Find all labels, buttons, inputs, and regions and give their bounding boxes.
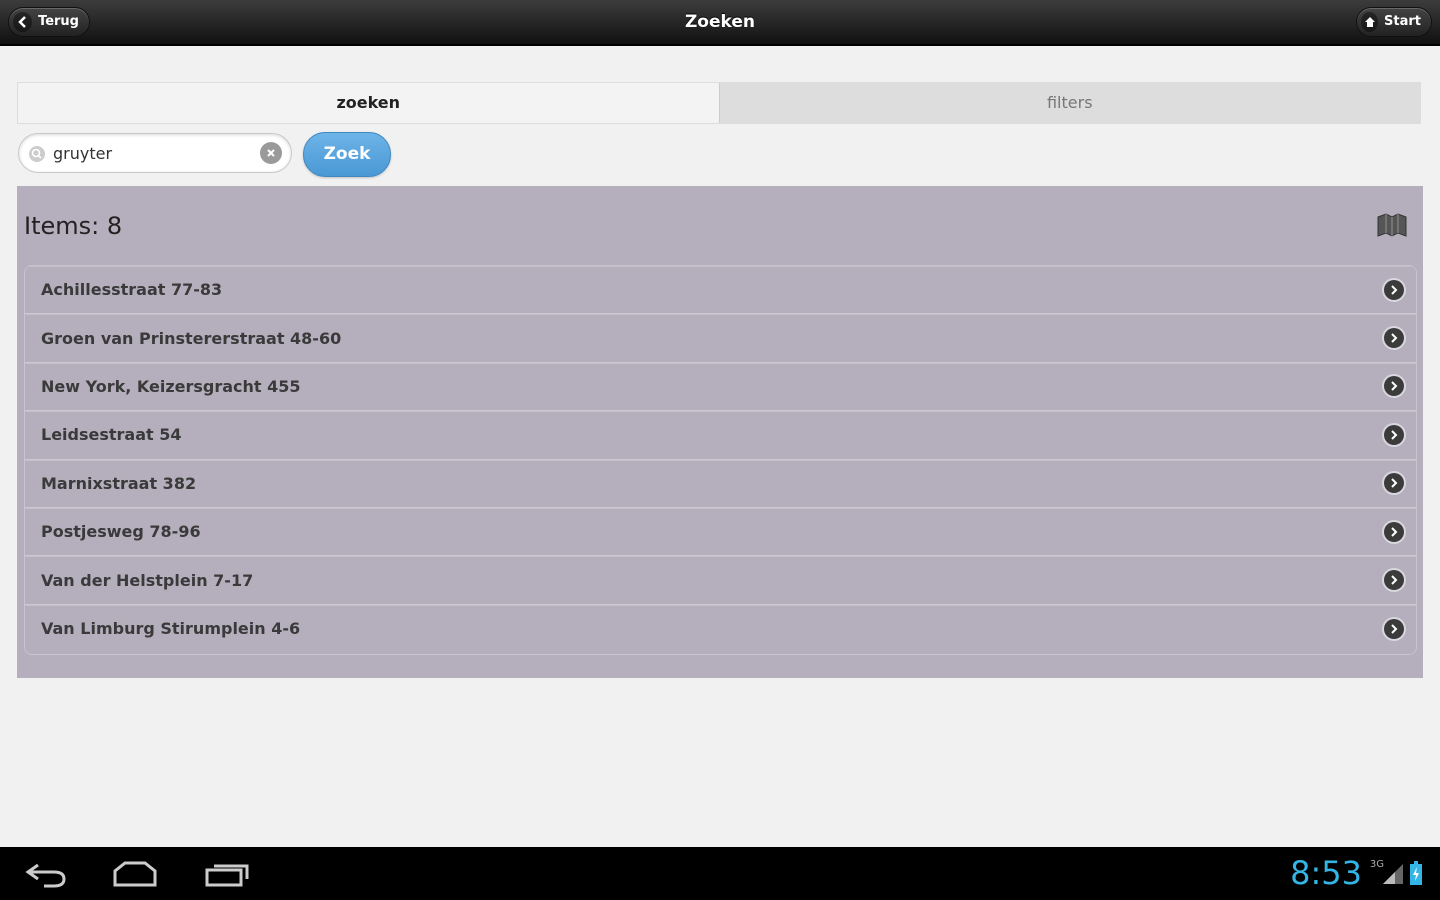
page-title: Zoeken bbox=[684, 12, 756, 32]
home-button[interactable]: Start bbox=[1356, 7, 1432, 37]
system-navigation-bar: 8:53 3G bbox=[0, 847, 1440, 900]
home-nav-icon[interactable] bbox=[112, 859, 158, 893]
search-input[interactable] bbox=[53, 140, 253, 166]
list-item[interactable]: Van der Helstplein 7-17 bbox=[25, 556, 1416, 605]
list-item-label: Postjesweg 78-96 bbox=[41, 522, 201, 542]
results-list: Achillesstraat 77-83 Groen van Prinstere… bbox=[24, 265, 1417, 655]
search-button[interactable]: Zoek bbox=[303, 132, 391, 177]
chevron-right-icon bbox=[1384, 376, 1404, 397]
header-bar: Zoeken Terug Start bbox=[0, 0, 1440, 46]
clock: 8:53 bbox=[1290, 854, 1362, 892]
items-count: Items: 8 bbox=[24, 212, 123, 240]
list-item-label: Leidsestraat 54 bbox=[41, 425, 182, 445]
back-button-label: Terug bbox=[38, 14, 79, 29]
list-item[interactable]: Van Limburg Stirumplein 4-6 bbox=[25, 604, 1416, 654]
list-item[interactable]: Postjesweg 78-96 bbox=[25, 507, 1416, 557]
list-item-label: Marnixstraat 382 bbox=[41, 473, 197, 493]
list-item[interactable]: Achillesstraat 77-83 bbox=[25, 266, 1416, 315]
chevron-right-icon bbox=[1384, 328, 1404, 349]
back-nav-icon[interactable] bbox=[24, 859, 68, 893]
list-item[interactable]: Groen van Prinstererstraat 48-60 bbox=[25, 314, 1416, 363]
home-button-label: Start bbox=[1384, 14, 1421, 29]
chevron-right-icon bbox=[1384, 473, 1404, 494]
status-icons bbox=[1382, 861, 1422, 889]
tab-bar: zoeken filters bbox=[17, 82, 1421, 124]
battery-icon bbox=[1410, 861, 1422, 889]
chevron-right-icon bbox=[1384, 424, 1404, 445]
list-item-label: Van Limburg Stirumplein 4-6 bbox=[41, 619, 301, 639]
results-panel: Items: 8 Achillesstraat 77-83 Groen van … bbox=[17, 186, 1423, 678]
chevron-right-icon bbox=[1384, 279, 1404, 300]
chevron-right-icon bbox=[1384, 521, 1404, 542]
clear-search-icon[interactable] bbox=[260, 142, 282, 164]
tab-filters[interactable]: filters bbox=[718, 83, 1420, 123]
chevron-right-icon bbox=[1384, 570, 1404, 591]
list-item-label: Van der Helstplein 7-17 bbox=[41, 570, 254, 590]
list-item-label: Achillesstraat 77-83 bbox=[41, 280, 223, 300]
chevron-right-icon bbox=[1384, 618, 1404, 639]
tab-zoeken[interactable]: zoeken bbox=[18, 83, 719, 123]
list-item[interactable]: New York, Keizersgracht 455 bbox=[25, 362, 1416, 412]
chevron-left-icon bbox=[13, 12, 33, 32]
search-icon bbox=[28, 145, 46, 167]
list-item[interactable]: Marnixstraat 382 bbox=[25, 459, 1416, 508]
search-box bbox=[18, 133, 292, 173]
back-button[interactable]: Terug bbox=[8, 7, 90, 37]
signal-icon bbox=[1382, 863, 1404, 889]
list-item-label: Groen van Prinstererstraat 48-60 bbox=[41, 328, 342, 348]
recent-apps-icon[interactable] bbox=[204, 859, 250, 893]
list-item[interactable]: Leidsestraat 54 bbox=[25, 411, 1416, 460]
map-icon[interactable] bbox=[1377, 213, 1407, 241]
home-icon bbox=[1361, 12, 1379, 32]
list-item-label: New York, Keizersgracht 455 bbox=[41, 376, 301, 396]
